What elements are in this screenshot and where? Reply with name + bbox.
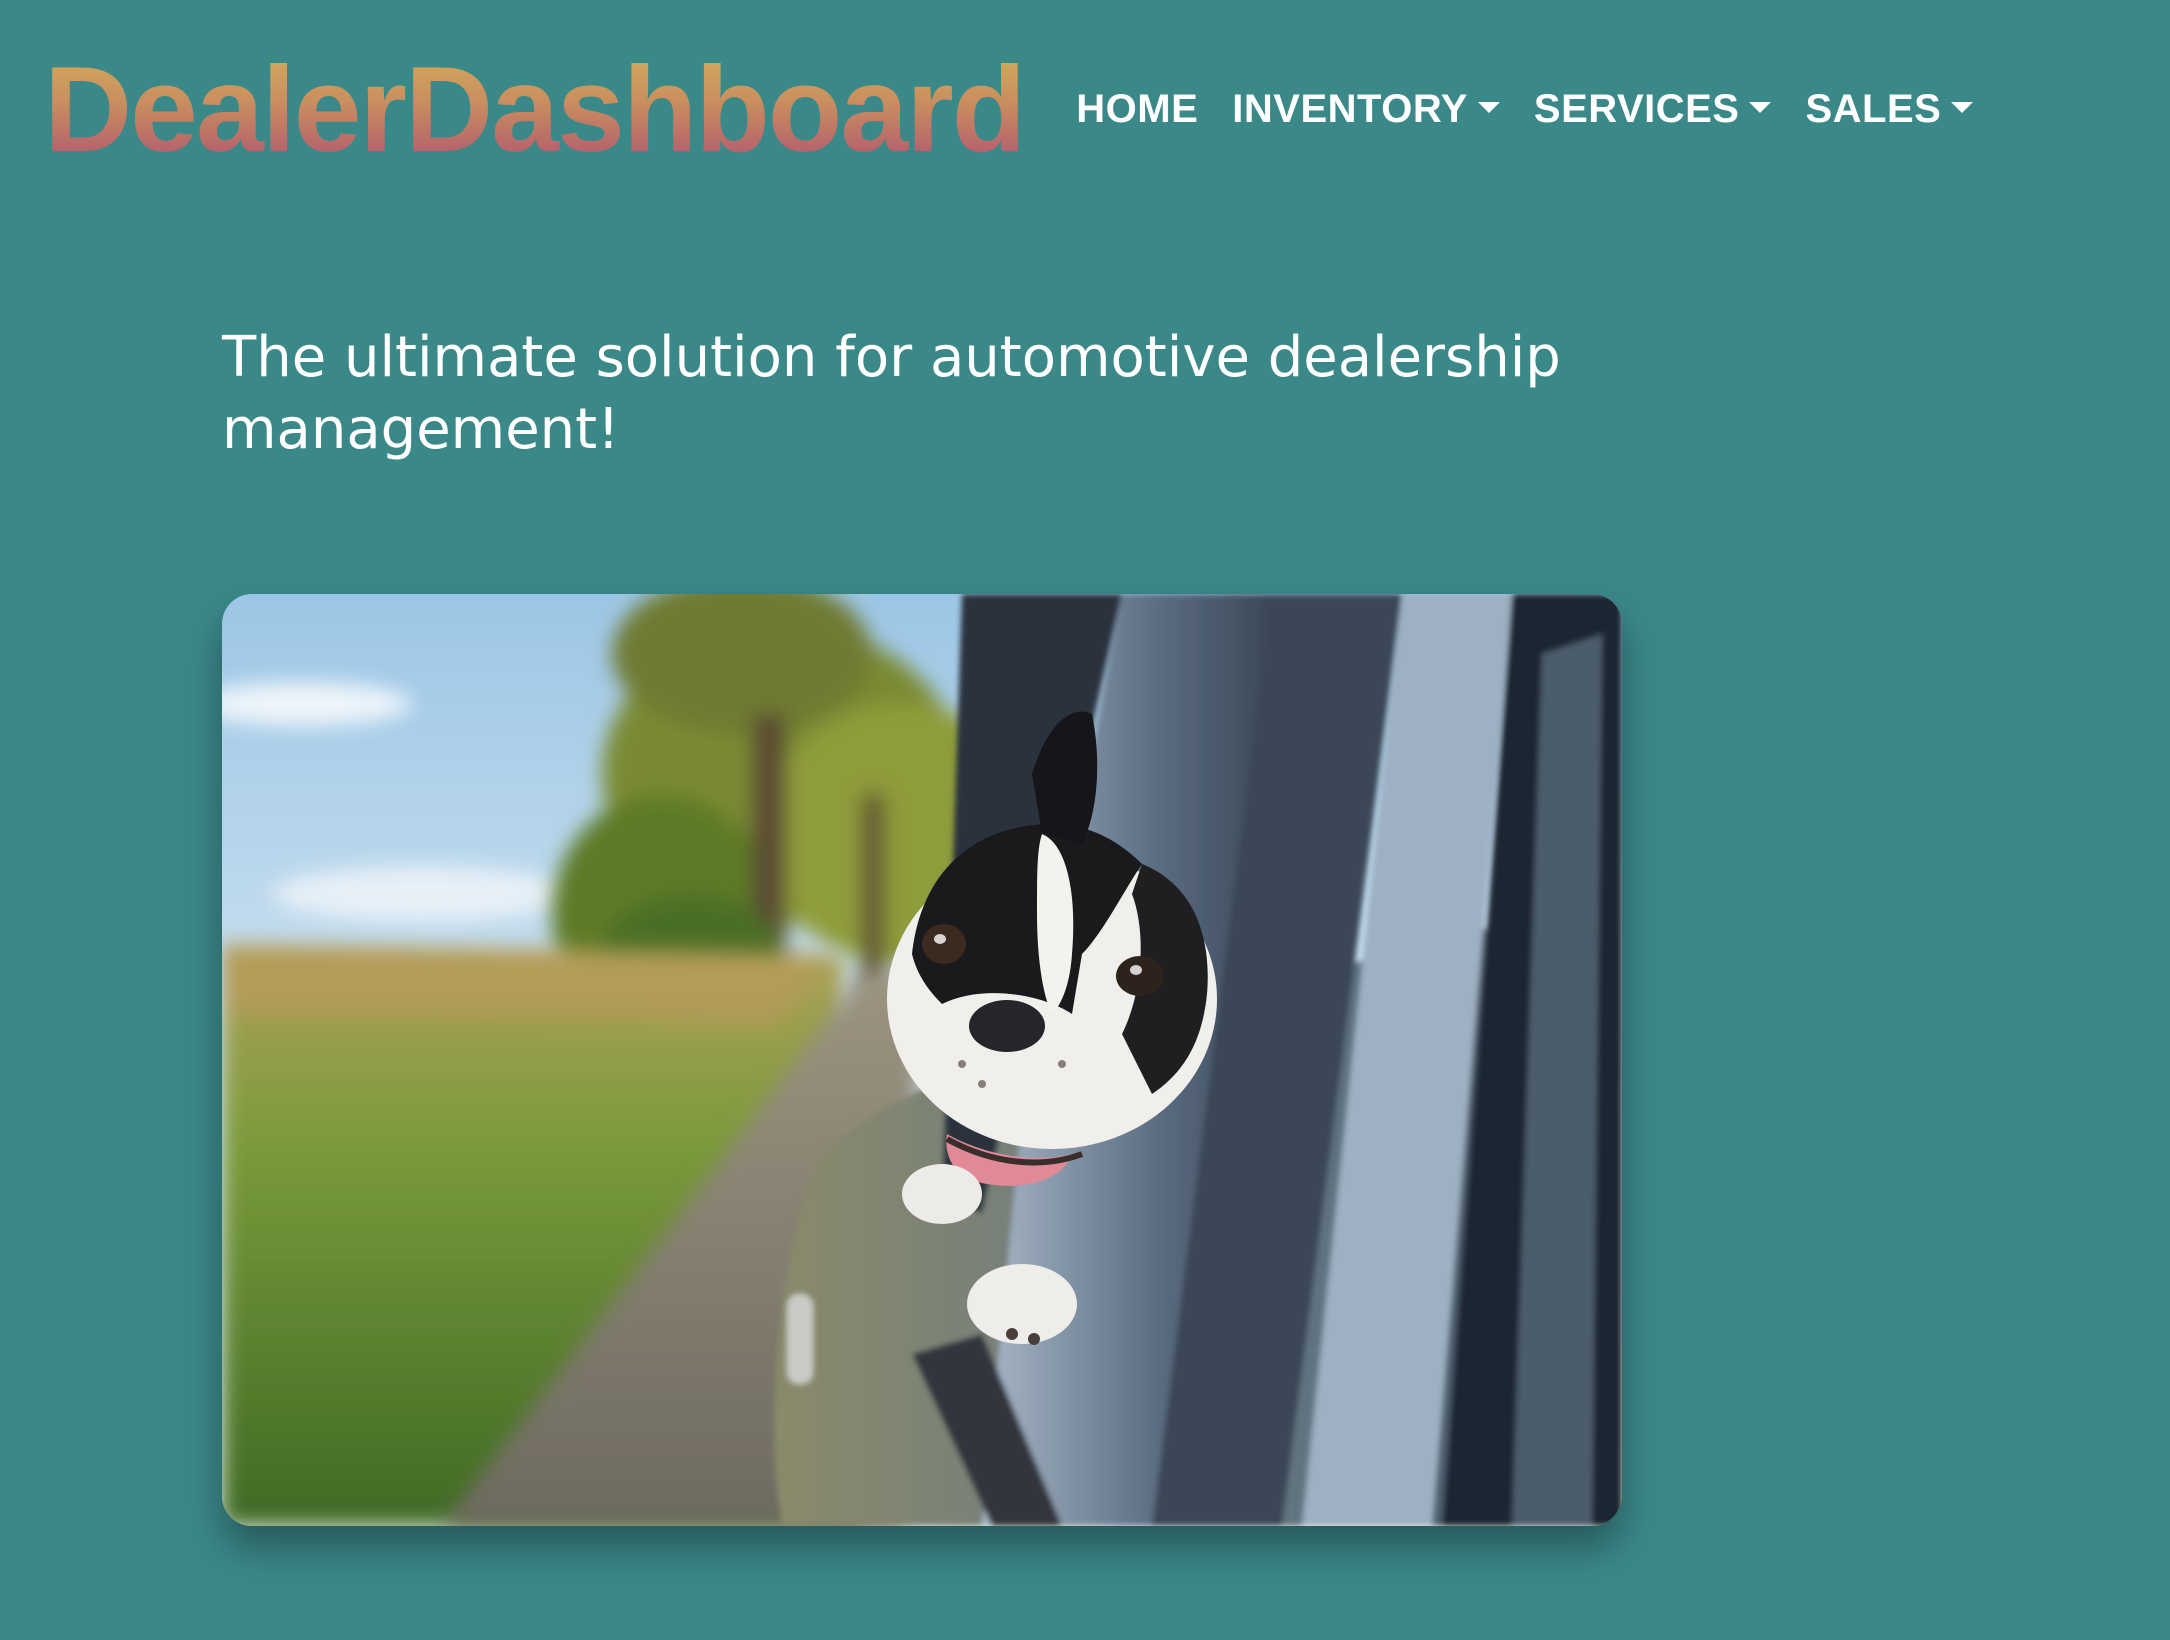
nav-services-label: SERVICES [1533,86,1740,131]
dog-in-car-photo [222,594,1622,1526]
hero-tagline: The ultimate solution for automotive dea… [222,325,1561,462]
nav-sales[interactable]: SALES [1805,86,1974,132]
header: DealerDashboard HOME INVENTORY SERVICES … [44,44,1974,174]
brand-logo[interactable]: DealerDashboard [44,44,1026,174]
nav-services[interactable]: SERVICES [1534,87,1772,132]
page: DealerDashboard HOME INVENTORY SERVICES … [0,0,2170,1640]
hero-image [222,594,1622,1526]
nav-home[interactable]: HOME [1076,87,1198,132]
nav-inventory-label: INVENTORY [1232,86,1468,131]
nav-home-label: HOME [1076,86,1199,131]
caret-down-icon [1951,101,1974,113]
nav-inventory[interactable]: INVENTORY [1232,87,1500,132]
caret-down-icon [1477,101,1500,113]
main-nav: HOME INVENTORY SERVICES SALES [1076,86,1974,132]
nav-sales-label: SALES [1805,86,1942,131]
caret-down-icon [1749,101,1772,113]
